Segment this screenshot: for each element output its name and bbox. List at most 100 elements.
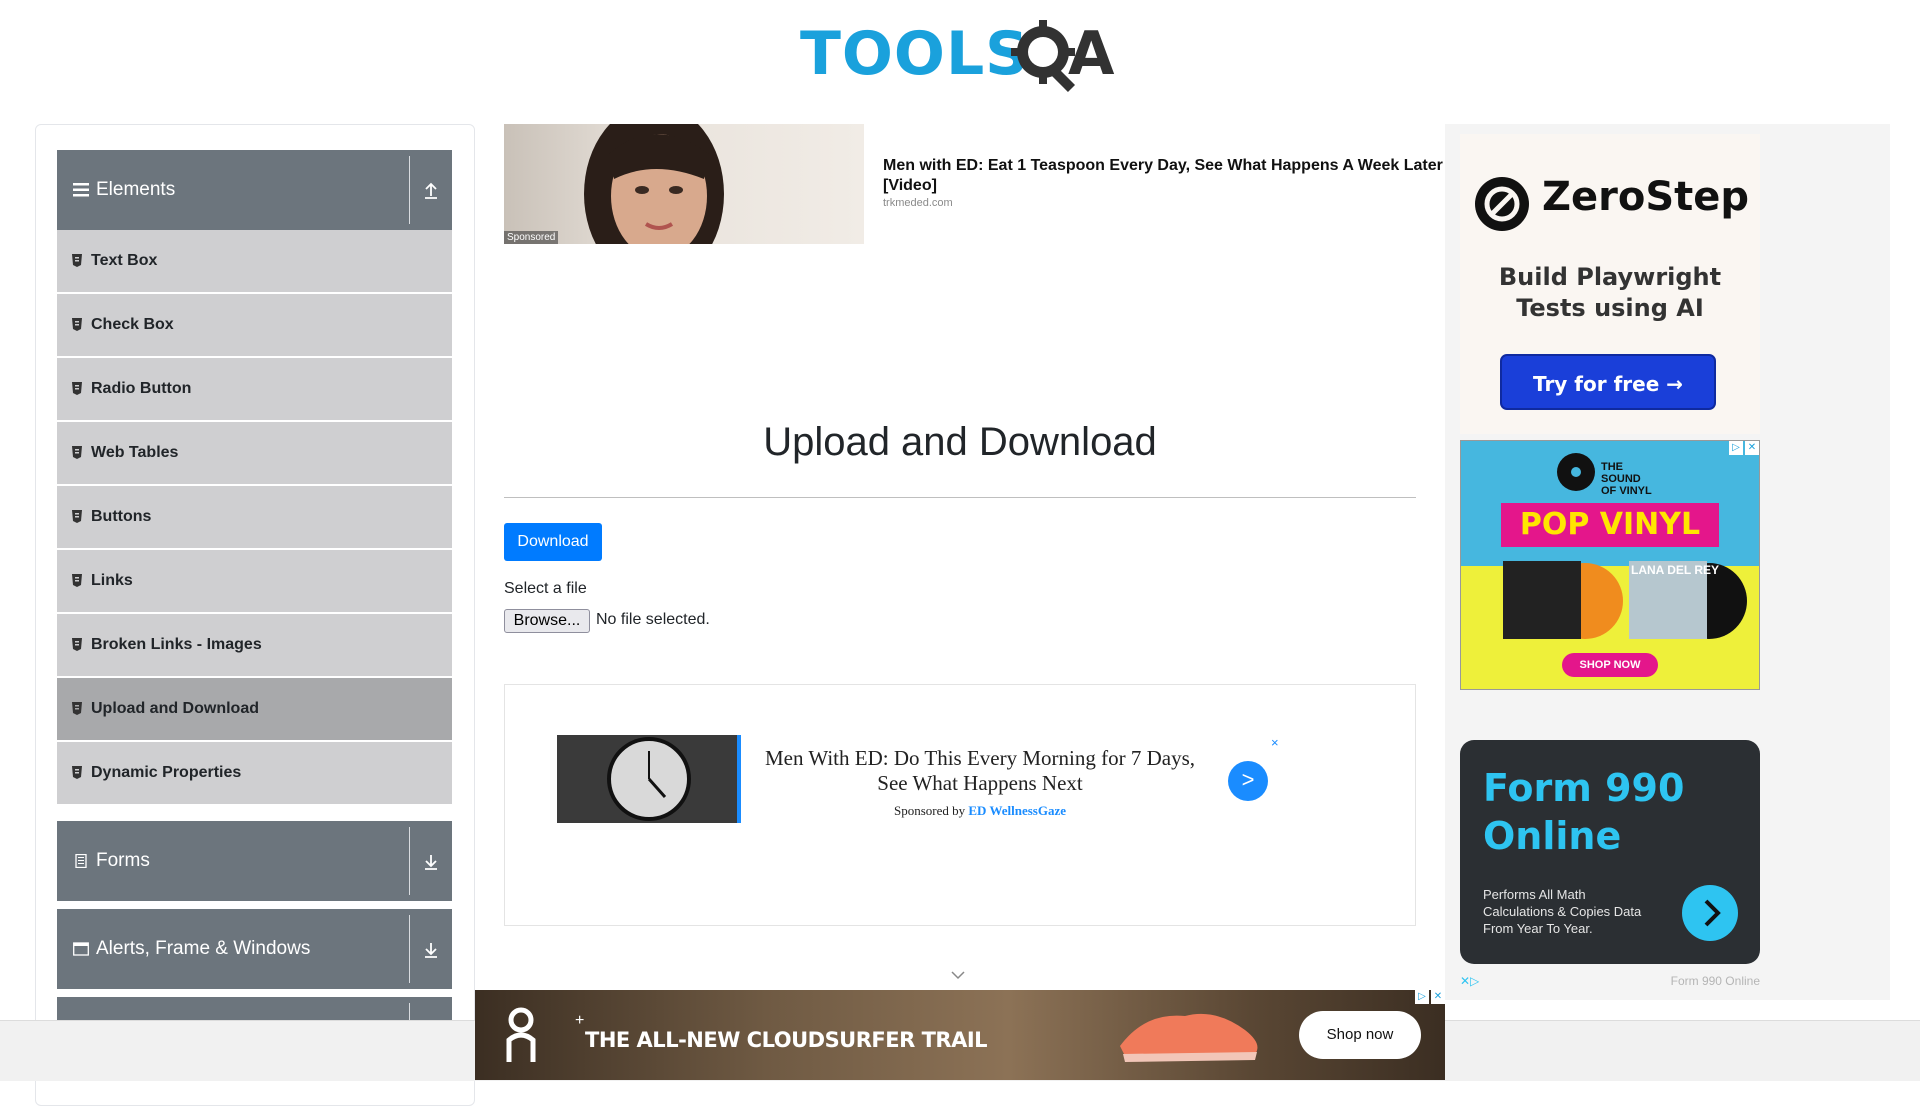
sound-of-vinyl-logo: THE SOUND OF VINYL — [1557, 453, 1662, 497]
form990-title: Form 990 Online — [1483, 764, 1684, 860]
clock-ad-image — [557, 735, 741, 823]
html5-icon — [72, 446, 82, 459]
adchoices-icon[interactable]: ▷ — [1729, 441, 1743, 455]
menu-item-links[interactable]: Links — [57, 550, 452, 613]
menu-item-text-box[interactable]: Text Box — [57, 230, 452, 293]
album-cover — [1503, 561, 1581, 639]
sponsored-label: Sponsored — [504, 231, 559, 244]
download-arrow-icon[interactable] — [420, 938, 442, 960]
ad-sponsor: Sponsored by ED WellnessGaze — [755, 803, 1205, 819]
ad-image-woman[interactable]: Sponsored — [504, 124, 864, 244]
toolsqa-logo[interactable]: TOOLS A — [800, 14, 1124, 94]
form990-footer-label[interactable]: Form 990 Online — [1663, 974, 1760, 988]
html5-icon — [72, 638, 82, 651]
menu-item-check-box[interactable]: Check Box — [57, 294, 452, 357]
zerostep-name: ZeroStep — [1542, 174, 1750, 220]
ad-accent-bar — [737, 735, 741, 823]
zerostep-logo-icon — [1475, 177, 1529, 231]
try-for-free-button[interactable]: Try for free → — [1500, 354, 1716, 410]
window-icon — [73, 942, 89, 956]
menu-item-upload-and-download[interactable]: Upload and Download — [57, 678, 452, 741]
vinyl-record-icon — [1557, 453, 1595, 491]
menu-item-label: Web Tables — [91, 444, 179, 461]
zerostep-ad[interactable]: ZeroStep Build Playwright Tests using AI… — [1460, 134, 1760, 434]
shoe-image — [1120, 1013, 1258, 1062]
html5-icon — [72, 382, 82, 395]
close-icon[interactable]: ✕ — [1431, 990, 1445, 1004]
ad-headline[interactable]: Men with ED: Eat 1 Teaspoon Every Day, S… — [883, 156, 1453, 196]
form990-ad[interactable]: Form 990 Online Performs All Math Calcula… — [1460, 740, 1760, 964]
menu-item-label: Text Box — [91, 252, 158, 269]
woman-portrait-image — [584, 124, 724, 244]
clock-icon — [557, 735, 741, 823]
menu-item-web-tables[interactable]: Web Tables — [57, 422, 452, 485]
album-title: LANA DEL REY — [1631, 563, 1720, 577]
menu-item-label: Dynamic Properties — [91, 764, 242, 781]
html5-icon — [72, 766, 82, 779]
html5-icon — [72, 702, 82, 715]
ad-headline[interactable]: Men With ED: Do This Every Morning for 7… — [755, 746, 1205, 796]
shop-now-button[interactable]: SHOP NOW — [1562, 653, 1658, 677]
zerostep-tagline: Build Playwright Tests using AI — [1498, 263, 1722, 322]
ad-brand[interactable]: ED WellnessGaze — [968, 803, 1066, 818]
menu-item-label: Links — [91, 572, 133, 589]
download-arrow-icon[interactable] — [420, 850, 442, 872]
document-icon — [75, 854, 87, 868]
hamburger-icon — [73, 183, 89, 197]
form990-description: Performs All Math Calculations & Copies … — [1483, 887, 1642, 936]
divider — [409, 156, 410, 224]
menu-item-dynamic-properties[interactable]: Dynamic Properties — [57, 742, 452, 805]
ad-go-button[interactable]: > — [1228, 761, 1268, 801]
native-ad[interactable]: Men With ED: Do This Every Morning for 7… — [504, 684, 1416, 926]
menu-item-label: Broken Links - Images — [91, 636, 262, 653]
pop-vinyl-headline: POP VINYL — [1501, 503, 1719, 547]
close-icon[interactable]: × — [1271, 735, 1279, 750]
download-button[interactable]: Download — [504, 523, 602, 561]
group-title: Forms — [96, 850, 150, 871]
title-divider — [504, 497, 1416, 498]
vinyl-ad[interactable]: THE SOUND OF VINYL POP VINYL LANA DEL REY… — [1460, 440, 1760, 690]
browse-file-button[interactable]: Browse... — [504, 609, 590, 633]
shop-now-button[interactable]: Shop now — [1299, 1011, 1421, 1059]
menu-item-broken-links[interactable]: Broken Links - Images — [57, 614, 452, 677]
title-line: Form 990 — [1483, 766, 1685, 810]
brand-line: THE SOUND — [1601, 461, 1641, 485]
divider — [409, 827, 410, 895]
ad-headline: THE ALL-NEW CLOUDSURFER TRAIL — [585, 1028, 988, 1052]
title-line: Online — [1483, 814, 1622, 858]
divider — [409, 915, 410, 983]
plus-icon: + — [575, 1012, 585, 1029]
menu-item-label: Buttons — [91, 508, 152, 525]
group-header-forms[interactable]: Forms — [57, 821, 452, 901]
logo-letter-a: A — [1068, 19, 1115, 89]
on-logo-icon — [506, 1007, 536, 1062]
menu-item-label: Upload and Download — [91, 700, 259, 717]
logo-text: TOOLS — [800, 19, 1030, 89]
html5-icon — [72, 510, 82, 523]
html5-icon — [72, 254, 82, 267]
select-file-label: Select a file — [504, 580, 587, 597]
on-running-ad[interactable]: + THE ALL-NEW CLOUDSURFER TRAIL Shop now… — [475, 990, 1445, 1080]
page-title: Upload and Download — [763, 420, 1157, 464]
chevron-down-icon[interactable] — [950, 970, 966, 980]
group-header-alerts[interactable]: Alerts, Frame & Windows — [57, 909, 452, 989]
menu-item-buttons[interactable]: Buttons — [57, 486, 452, 549]
html5-icon — [72, 574, 82, 587]
menu-item-label: Radio Button — [91, 380, 192, 397]
upload-arrow-icon[interactable] — [420, 179, 442, 201]
group-title: Elements — [96, 179, 176, 200]
ad-domain: trkmeded.com — [883, 197, 953, 209]
brand-line: OF VINYL — [1601, 485, 1652, 497]
adchoices-icon[interactable]: ▷ — [1415, 990, 1429, 1004]
close-icon[interactable]: ✕ — [1745, 441, 1759, 455]
sponsored-by-label: Sponsored by — [893, 803, 966, 818]
menu-item-label: Check Box — [91, 316, 174, 333]
html5-icon — [72, 318, 82, 331]
file-status-text: No file selected. — [596, 611, 710, 628]
sidebar: Elements Text Box Check Box Radio Button… — [35, 124, 475, 1106]
group-title: Alerts, Frame & Windows — [96, 938, 311, 959]
adchoices-icon[interactable]: ✕▷ — [1460, 974, 1479, 988]
arrow-right-icon[interactable] — [1682, 885, 1738, 941]
menu-item-radio-button[interactable]: Radio Button — [57, 358, 452, 421]
group-header-elements[interactable]: Elements — [57, 150, 452, 230]
